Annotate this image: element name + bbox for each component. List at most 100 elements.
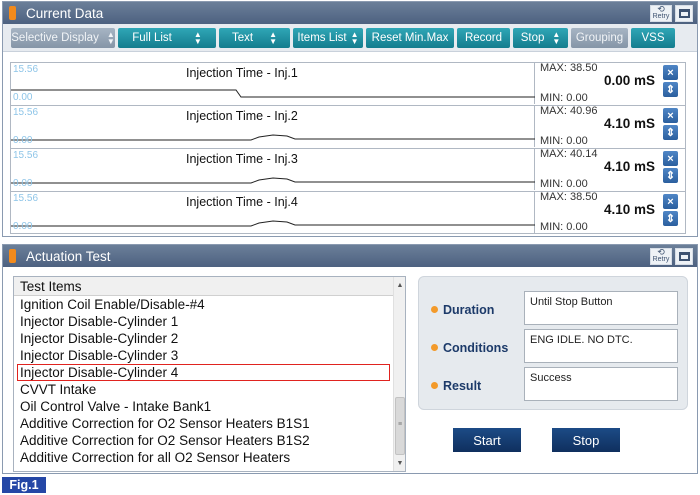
- selective-display-label: Selective Display: [11, 31, 99, 44]
- graph-max-value: MAX: 40.14: [540, 148, 598, 160]
- test-items-list[interactable]: Test Items Ignition Coil Enable/Disable-…: [13, 276, 406, 472]
- graph-scale-max: 15.56: [13, 107, 39, 118]
- close-icon[interactable]: ×: [663, 65, 678, 80]
- retry-button[interactable]: ⟲ Retry: [650, 3, 672, 22]
- duration-row: Duration Until Stop Button: [429, 291, 679, 329]
- reset-min-max-button[interactable]: Reset Min.Max: [366, 27, 454, 48]
- test-item[interactable]: Oil Control Valve - Intake Bank1: [14, 398, 394, 415]
- record-button[interactable]: Record: [457, 27, 510, 48]
- figure-label: Fig.1: [2, 477, 46, 493]
- graph-current-value: 4.10 mS: [603, 116, 655, 131]
- current-data-header: Current Data ⟲ Retry: [3, 2, 697, 24]
- full-list-label: Full List: [132, 31, 172, 44]
- panel-marker-icon: [9, 6, 16, 20]
- conditions-value: ENG IDLE. NO DTC.: [524, 329, 678, 363]
- test-item[interactable]: Additive Correction for O2 Sensor Heater…: [14, 415, 394, 432]
- graph-min-value: MIN: 0.00: [540, 92, 588, 104]
- actuation-test-panel: Actuation Test ⟲ Retry Test Items Igniti…: [2, 244, 698, 474]
- graph-readout: MAX: 40.96 4.10 mS MIN: 0.00: [536, 105, 661, 147]
- conditions-row: Conditions ENG IDLE. NO DTC.: [429, 329, 679, 367]
- graph-scale-max: 15.56: [13, 64, 39, 75]
- graph-scale-min: 0.00: [13, 92, 33, 103]
- bullet-icon: [431, 382, 438, 389]
- scroll-up-icon[interactable]: ▲: [394, 279, 405, 291]
- vss-button[interactable]: VSS: [631, 27, 675, 48]
- graph-readout: MAX: 38.50 4.10 mS MIN: 0.00: [536, 191, 661, 233]
- stop-button[interactable]: Stop: [552, 428, 620, 452]
- items-list-label: Items List: [297, 31, 347, 44]
- list-scrollbar[interactable]: ▲ ≡ ▼: [393, 277, 405, 471]
- graph-plot: 15.56 0.00 Injection Time - Inj.1: [11, 63, 535, 104]
- graph-plot: 15.56 0.00 Injection Time - Inj.4: [11, 192, 535, 233]
- stop-label: Stop: [520, 31, 545, 44]
- maximize-icon: [678, 251, 690, 261]
- move-updown-icon[interactable]: ⇕: [663, 168, 678, 183]
- text-dropdown[interactable]: Text ▲ ▼: [219, 27, 290, 48]
- close-icon[interactable]: ×: [663, 151, 678, 166]
- close-icon[interactable]: ×: [663, 108, 678, 123]
- test-item[interactable]: Ignition Coil Enable/Disable-#4: [14, 296, 394, 313]
- graph-current-value: 0.00 mS: [603, 73, 655, 88]
- graph-max-value: MAX: 38.50: [540, 62, 598, 74]
- graph-title: Injection Time - Inj.2: [186, 109, 298, 123]
- updown-icon: ▲ ▼: [350, 29, 359, 46]
- graph-readout: MAX: 38.50 0.00 mS MIN: 0.00: [536, 62, 661, 104]
- graph-row: 15.56 0.00 Injection Time - Inj.3 MAX: 4…: [10, 148, 686, 191]
- panel-marker-icon: [9, 249, 16, 263]
- retry-button[interactable]: ⟲ Retry: [650, 247, 672, 265]
- actuation-test-title: Actuation Test: [26, 248, 111, 264]
- graph-title: Injection Time - Inj.4: [186, 195, 298, 209]
- conditions-label: Conditions: [443, 341, 509, 355]
- actuation-test-header: Actuation Test ⟲ Retry: [3, 245, 697, 267]
- test-item[interactable]: Additive Correction for all O2 Sensor He…: [14, 449, 394, 466]
- maximize-button[interactable]: [675, 4, 693, 22]
- retry-label: Retry: [652, 12, 670, 20]
- result-label: Result: [443, 379, 482, 393]
- text-label: Text: [231, 31, 254, 44]
- graph-current-value: 4.10 mS: [603, 202, 655, 217]
- stop-dropdown[interactable]: Stop ▲ ▼: [513, 27, 568, 48]
- graph-current-value: 4.10 mS: [603, 159, 655, 174]
- graph-row: 15.56 0.00 Injection Time - Inj.1 MAX: 3…: [10, 62, 686, 105]
- test-item-selected[interactable]: Injector Disable-Cylinder 4: [17, 364, 390, 381]
- move-updown-icon[interactable]: ⇕: [663, 125, 678, 140]
- graph-row: 15.56 0.00 Injection Time - Inj.4 MAX: 3…: [10, 191, 686, 234]
- scrollbar-thumb[interactable]: ≡: [395, 397, 405, 455]
- retry-icon: ⟲: [657, 3, 665, 14]
- scroll-down-icon[interactable]: ▼: [394, 457, 405, 469]
- close-icon[interactable]: ×: [663, 194, 678, 209]
- graph-scale-min: 0.00: [13, 221, 33, 232]
- updown-icon: ▲ ▼: [552, 29, 561, 46]
- graph-max-value: MAX: 40.96: [540, 105, 598, 117]
- graph-min-value: MIN: 0.00: [540, 135, 588, 147]
- full-list-dropdown[interactable]: Full List ▲ ▼: [118, 27, 216, 48]
- maximize-button[interactable]: [675, 247, 693, 265]
- graph-min-value: MIN: 0.00: [540, 221, 588, 233]
- start-button[interactable]: Start: [453, 428, 521, 452]
- test-info-box: Duration Until Stop Button Conditions EN…: [418, 276, 688, 410]
- move-updown-icon[interactable]: ⇕: [663, 82, 678, 97]
- test-item[interactable]: Injector Disable-Cylinder 3: [14, 347, 394, 364]
- test-item[interactable]: Additive Correction for O2 Sensor Heater…: [14, 432, 394, 449]
- move-updown-icon[interactable]: ⇕: [663, 211, 678, 226]
- bullet-icon: [431, 344, 438, 351]
- selective-display-dropdown[interactable]: Selective Display ▲ ▼: [11, 27, 115, 48]
- graph-scale-max: 15.56: [13, 150, 39, 161]
- updown-icon: ▲ ▼: [269, 29, 277, 46]
- graph-scale-min: 0.00: [13, 178, 33, 189]
- grouping-button[interactable]: Grouping: [571, 27, 628, 48]
- updown-icon: ▲ ▼: [193, 29, 202, 46]
- items-list-dropdown[interactable]: Items List ▲ ▼: [293, 27, 363, 48]
- graph-list: 15.56 0.00 Injection Time - Inj.1 MAX: 3…: [10, 62, 686, 234]
- graph-plot: 15.56 0.00 Injection Time - Inj.2: [11, 106, 535, 147]
- graph-row: 15.56 0.00 Injection Time - Inj.2 MAX: 4…: [10, 105, 686, 148]
- duration-value: Until Stop Button: [524, 291, 678, 325]
- graph-title: Injection Time - Inj.1: [186, 66, 298, 80]
- graph-plot: 15.56 0.00 Injection Time - Inj.3: [11, 149, 535, 190]
- result-value: Success: [524, 367, 678, 401]
- updown-icon: ▲ ▼: [106, 29, 115, 46]
- graph-min-value: MIN: 0.00: [540, 178, 588, 190]
- test-item[interactable]: CVVT Intake: [14, 381, 394, 398]
- test-item[interactable]: Injector Disable-Cylinder 1: [14, 313, 394, 330]
- test-item[interactable]: Injector Disable-Cylinder 2: [14, 330, 394, 347]
